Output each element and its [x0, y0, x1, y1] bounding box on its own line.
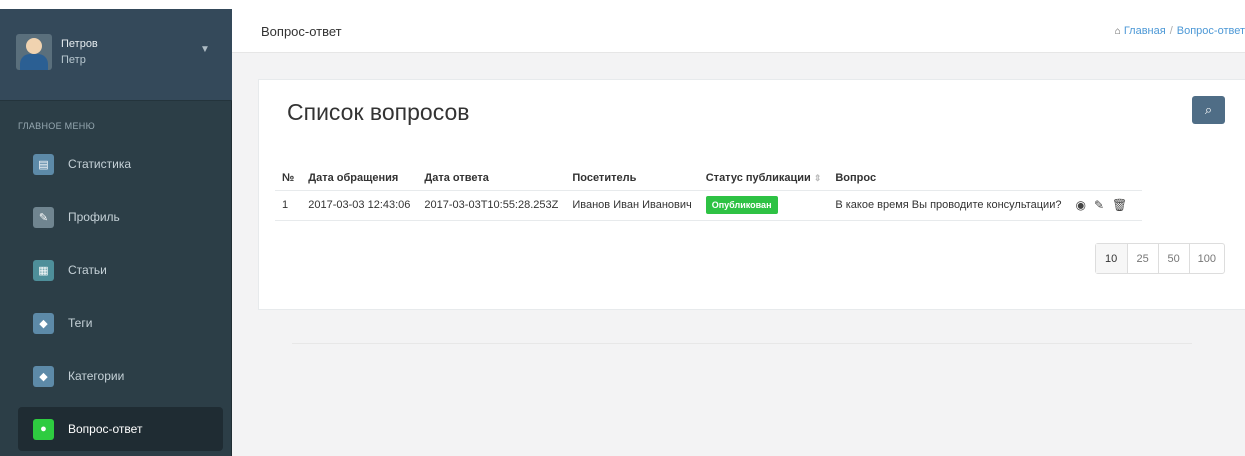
- cell-date-answer: 2017-03-03T10:55:28.253Z: [417, 190, 566, 221]
- user-last-name: Петр: [61, 54, 86, 66]
- user-first-name: Петров: [61, 38, 98, 50]
- home-icon: ⌂: [1114, 26, 1121, 37]
- col-actions: [1068, 166, 1143, 191]
- cell-visitor: Иванов Иван Иванович: [565, 190, 699, 221]
- breadcrumb: ⌂ Главная / Вопрос-ответ: [1114, 25, 1245, 37]
- sidebar-item-label: Статистика: [68, 157, 132, 171]
- sidebar-item-qa[interactable]: ● Вопрос-ответ: [18, 407, 223, 451]
- col-date-answer[interactable]: Дата ответа: [417, 166, 566, 191]
- sidebar-item-statistics[interactable]: ▤ Статистика: [18, 142, 223, 186]
- chevron-down-icon[interactable]: ▼: [200, 44, 210, 55]
- sidebar-item-label: Теги: [68, 316, 93, 330]
- questions-card: Список вопросов ⌕ № Дата обращения Дата …: [258, 79, 1245, 310]
- edit-icon[interactable]: ✎: [1094, 198, 1104, 212]
- sidebar-item-articles[interactable]: ▦ Статьи: [18, 248, 223, 292]
- menu-title: ГЛАВНОЕ МЕНЮ: [18, 121, 95, 131]
- breadcrumb-home-link[interactable]: Главная: [1124, 25, 1166, 37]
- search-icon: ⌕: [1204, 102, 1213, 117]
- page-size-25[interactable]: 25: [1126, 244, 1158, 273]
- sidebar-item-label: Категории: [68, 369, 125, 383]
- page-heading: Вопрос-ответ: [261, 24, 342, 39]
- breadcrumb-current: Вопрос-ответ: [1176, 25, 1245, 37]
- status-badge: Опубликован: [705, 196, 778, 214]
- card-title: Список вопросов: [287, 99, 470, 125]
- sidebar-item-label: Профиль: [68, 210, 120, 224]
- questions-table: № Дата обращения Дата ответа Посетитель …: [275, 166, 1143, 221]
- sidebar-item-profile[interactable]: ✎ Профиль: [18, 195, 223, 239]
- sidebar-item-label: Статьи: [68, 263, 107, 277]
- sort-icon[interactable]: ⇕: [814, 173, 822, 183]
- cell-question: В какое время Вы проводите консультации?: [828, 190, 1069, 221]
- top-strip: [0, 0, 1245, 9]
- cell-status: Опубликован: [698, 190, 829, 221]
- main-content: Список вопросов ⌕ № Дата обращения Дата …: [232, 53, 1245, 456]
- search-button[interactable]: ⌕: [1192, 96, 1225, 124]
- page-size-100[interactable]: 100: [1188, 244, 1224, 273]
- page-size-selector: 10 25 50 100: [1094, 243, 1225, 274]
- sidebar-item-label: Вопрос-ответ: [68, 422, 143, 436]
- sidebar-item-tags[interactable]: ◆ Теги: [18, 301, 223, 345]
- pencil-icon: ✎: [33, 206, 54, 228]
- col-status[interactable]: Статус публикации ⇕: [698, 166, 829, 191]
- tags-icon: ◆: [33, 365, 54, 387]
- eye-icon[interactable]: ◉: [1075, 198, 1085, 212]
- col-number: №: [275, 166, 302, 191]
- sidebar-item-categories[interactable]: ◆ Категории: [18, 354, 223, 398]
- col-visitor[interactable]: Посетитель: [565, 166, 699, 191]
- page-size-50[interactable]: 50: [1157, 244, 1189, 273]
- header: Вопрос-ответ ⌂ Главная / Вопрос-ответ: [232, 9, 1245, 53]
- cell-number: 1: [275, 190, 302, 221]
- col-date-request[interactable]: Дата обращения: [301, 166, 418, 191]
- divider: [292, 343, 1192, 344]
- tag-icon: ◆: [33, 312, 54, 334]
- trash-icon[interactable]: 🗑: [1112, 198, 1127, 212]
- chat-icon: ●: [33, 418, 54, 440]
- sidebar: Петров Петр ▼ ГЛАВНОЕ МЕНЮ ▤ Статистика …: [0, 0, 232, 456]
- col-question[interactable]: Вопрос: [828, 166, 1069, 191]
- page-size-10[interactable]: 10: [1095, 244, 1127, 273]
- table-header-row: № Дата обращения Дата ответа Посетитель …: [275, 166, 1143, 191]
- cell-date-request: 2017-03-03 12:43:06: [301, 190, 418, 221]
- avatar[interactable]: [16, 34, 52, 70]
- list-icon: ▤: [33, 153, 54, 175]
- table-row[interactable]: 1 2017-03-03 12:43:06 2017-03-03T10:55:2…: [275, 190, 1143, 221]
- cell-actions: ◉ ✎ 🗑: [1068, 190, 1143, 221]
- user-panel[interactable]: Петров Петр ▼: [0, 9, 232, 101]
- newspaper-icon: ▦: [33, 259, 54, 281]
